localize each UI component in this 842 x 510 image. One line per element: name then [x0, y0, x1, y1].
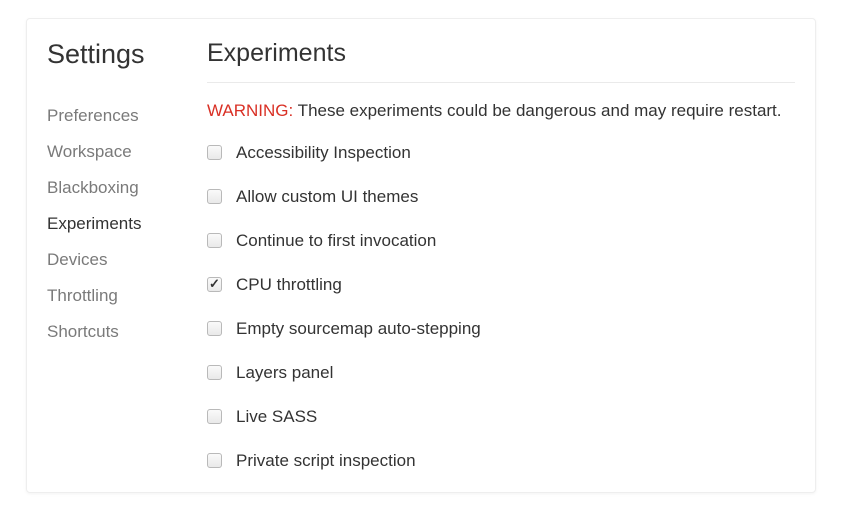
settings-panel: Settings Preferences Workspace Blackboxi… — [26, 18, 816, 493]
checkbox[interactable] — [207, 233, 222, 248]
sidebar-item-throttling[interactable]: Throttling — [47, 278, 192, 314]
experiments-list: Accessibility Inspection Allow custom UI… — [207, 143, 795, 471]
experiment-label: Empty sourcemap auto-stepping — [236, 319, 481, 339]
experiment-item[interactable]: Layers panel — [207, 363, 795, 383]
experiment-label: Live SASS — [236, 407, 317, 427]
experiment-item[interactable]: Accessibility Inspection — [207, 143, 795, 163]
experiment-label: Accessibility Inspection — [236, 143, 411, 163]
experiment-item[interactable]: Empty sourcemap auto-stepping — [207, 319, 795, 339]
checkbox[interactable] — [207, 145, 222, 160]
page-title: Experiments — [207, 39, 795, 68]
experiment-label: CPU throttling — [236, 275, 342, 295]
experiment-item[interactable]: Private script inspection — [207, 451, 795, 471]
experiment-label: Allow custom UI themes — [236, 187, 418, 207]
experiment-label: Layers panel — [236, 363, 333, 383]
sidebar: Settings Preferences Workspace Blackboxi… — [47, 39, 202, 482]
checkbox[interactable] — [207, 453, 222, 468]
warning-line: WARNING: These experiments could be dang… — [207, 101, 795, 121]
warning-label: WARNING: — [207, 101, 293, 120]
sidebar-item-workspace[interactable]: Workspace — [47, 134, 192, 170]
sidebar-item-preferences[interactable]: Preferences — [47, 98, 192, 134]
experiment-item[interactable]: Live SASS — [207, 407, 795, 427]
sidebar-item-experiments[interactable]: Experiments — [47, 206, 192, 242]
checkbox[interactable] — [207, 321, 222, 336]
experiment-label: Continue to first invocation — [236, 231, 436, 251]
checkbox[interactable] — [207, 409, 222, 424]
experiment-item[interactable]: Continue to first invocation — [207, 231, 795, 251]
main-content: Experiments WARNING: These experiments c… — [202, 39, 795, 482]
checkbox[interactable] — [207, 189, 222, 204]
experiment-item[interactable]: Allow custom UI themes — [207, 187, 795, 207]
sidebar-item-blackboxing[interactable]: Blackboxing — [47, 170, 192, 206]
experiment-label: Private script inspection — [236, 451, 416, 471]
sidebar-item-devices[interactable]: Devices — [47, 242, 192, 278]
divider — [207, 82, 795, 83]
settings-title: Settings — [47, 39, 192, 70]
warning-text: These experiments could be dangerous and… — [293, 101, 781, 120]
checkbox[interactable] — [207, 365, 222, 380]
experiment-item[interactable]: CPU throttling — [207, 275, 795, 295]
sidebar-item-shortcuts[interactable]: Shortcuts — [47, 314, 192, 350]
checkbox[interactable] — [207, 277, 222, 292]
